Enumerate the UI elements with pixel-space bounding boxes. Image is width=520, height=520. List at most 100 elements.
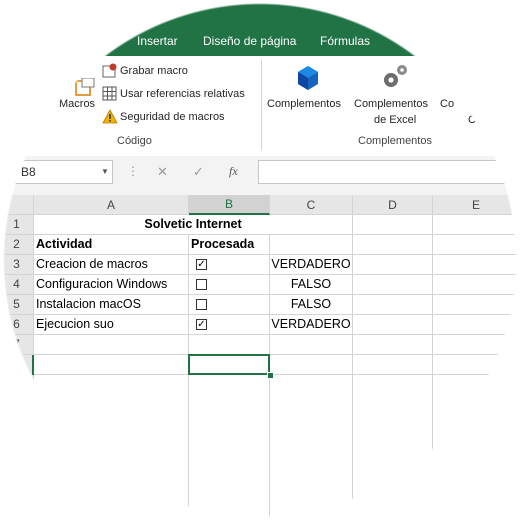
active-cell-selection[interactable] (188, 354, 270, 375)
activity-cell[interactable]: Creacion de macros (34, 255, 189, 275)
drag-handle-icon[interactable]: ⋮ (127, 164, 139, 178)
cell[interactable] (270, 375, 353, 520)
row-header-1[interactable]: 1 (0, 215, 34, 235)
cell[interactable] (353, 275, 433, 295)
com-addins-label-line2: C (468, 114, 476, 126)
row-header-3[interactable]: 3 (0, 255, 34, 275)
cell[interactable] (270, 235, 353, 255)
cell[interactable] (34, 335, 189, 355)
cell[interactable] (270, 355, 353, 375)
cell[interactable] (353, 255, 433, 275)
cell[interactable] (34, 355, 189, 375)
cell[interactable] (433, 235, 520, 255)
row-header-4[interactable]: 4 (0, 275, 34, 295)
cell[interactable] (353, 355, 433, 375)
activity-cell[interactable]: Configuracion Windows (34, 275, 189, 295)
cell[interactable] (353, 295, 433, 315)
row-header-7[interactable]: 7 (0, 335, 34, 355)
row-header-filler (0, 375, 34, 520)
cell[interactable] (353, 375, 433, 520)
chevron-down-icon[interactable]: ▼ (101, 167, 109, 176)
activity-cell[interactable]: Instalacion macOS (34, 295, 189, 315)
row-header-2[interactable]: 2 (0, 235, 34, 255)
checkbox-unchecked[interactable] (196, 299, 207, 310)
activity-cell[interactable]: Ejecucion suo (34, 315, 189, 335)
fx-icon[interactable]: fx (229, 164, 238, 179)
tab-formulas[interactable]: Fórmulas (320, 34, 370, 48)
excel-addins-label-line2: de Excel (374, 114, 417, 126)
cell[interactable] (433, 255, 520, 275)
record-macro-label: Grabar macro (120, 65, 188, 77)
result-cell[interactable]: FALSO (270, 295, 353, 315)
relative-references-icon (102, 86, 117, 101)
enter-icon[interactable]: ✓ (193, 164, 204, 180)
addins-group-title: Complementos (358, 135, 432, 147)
cell[interactable] (433, 275, 520, 295)
name-box-value: B8 (21, 165, 36, 179)
cell[interactable] (433, 335, 520, 355)
result-cell[interactable]: FALSO (270, 275, 353, 295)
macro-security-button[interactable]: Seguridad de macros (102, 108, 232, 126)
fill-handle[interactable] (267, 372, 274, 379)
record-macro-icon (102, 63, 117, 78)
macros-button[interactable]: Macros (52, 78, 98, 118)
header-processed[interactable]: Procesada (189, 235, 270, 255)
processed-cell[interactable]: ✓ (189, 315, 270, 335)
result-cell[interactable]: VERDADERO (270, 315, 353, 335)
column-header-b[interactable]: B (189, 195, 270, 215)
title-cell[interactable]: Solvetic Internet (34, 215, 353, 235)
code-group-title: Código (117, 135, 152, 147)
addins-label: Complementos (267, 98, 341, 110)
gears-icon (384, 65, 407, 87)
cell[interactable] (353, 235, 433, 255)
relative-references-label: Usar referencias relativas (120, 88, 245, 100)
select-all-corner[interactable] (0, 195, 34, 215)
column-header-c[interactable]: C (270, 195, 353, 215)
processed-cell[interactable] (189, 295, 270, 315)
row-header-5[interactable]: 5 (0, 295, 34, 315)
group-separator (261, 60, 262, 150)
processed-cell[interactable] (189, 275, 270, 295)
column-header-e[interactable]: E (433, 195, 520, 215)
checkbox-checked[interactable]: ✓ (196, 259, 207, 270)
cell[interactable] (433, 295, 520, 315)
macros-label: Macros (59, 98, 96, 110)
tab-insertar[interactable]: Insertar (137, 34, 178, 48)
com-addins-button[interactable]: Co C (440, 90, 480, 130)
warning-icon (102, 109, 118, 124)
checkbox-checked[interactable]: ✓ (196, 319, 207, 330)
column-header-d[interactable]: D (353, 195, 433, 215)
checkbox-unchecked[interactable] (196, 279, 207, 290)
tab-diseno-de-pagina[interactable]: Diseño de página (203, 34, 296, 48)
addins-button[interactable]: Complementos (266, 62, 350, 112)
excel-addins-button[interactable]: Complementos de Excel (352, 62, 438, 128)
cancel-icon[interactable]: ✕ (157, 164, 168, 180)
cell[interactable] (433, 355, 520, 375)
row-header-6[interactable]: 6 (0, 315, 34, 335)
formula-input[interactable] (258, 160, 520, 184)
cell[interactable] (433, 315, 520, 335)
cell[interactable] (353, 335, 433, 355)
macros-icon (75, 78, 95, 96)
macro-security-label: Seguridad de macros (120, 111, 225, 123)
cell[interactable] (189, 335, 270, 355)
cell[interactable] (270, 335, 353, 355)
relative-references-button[interactable]: Usar referencias relativas (102, 85, 252, 103)
processed-cell[interactable]: ✓ (189, 255, 270, 275)
row-header-8[interactable]: 8 (0, 355, 34, 375)
com-addins-label-line1: Co (440, 98, 455, 110)
cell[interactable] (353, 215, 433, 235)
header-activity[interactable]: Actividad (34, 235, 189, 255)
ribbon-tab-bar: Insertar Diseño de página Fórmulas (0, 0, 520, 56)
cell[interactable] (433, 215, 520, 235)
result-cell[interactable]: VERDADERO (270, 255, 353, 275)
record-macro-button[interactable]: Grabar macro (102, 62, 202, 80)
excel-addins-label-line1: Complementos (354, 98, 428, 110)
cell[interactable] (353, 315, 433, 335)
excel-window: Insertar Diseño de página Fórmulas Macro… (0, 0, 520, 520)
cell[interactable] (433, 375, 520, 520)
cell[interactable] (189, 375, 270, 520)
cell[interactable] (34, 375, 189, 520)
column-header-a[interactable]: A (34, 195, 189, 215)
name-box[interactable]: B8 ▼ (0, 160, 113, 184)
